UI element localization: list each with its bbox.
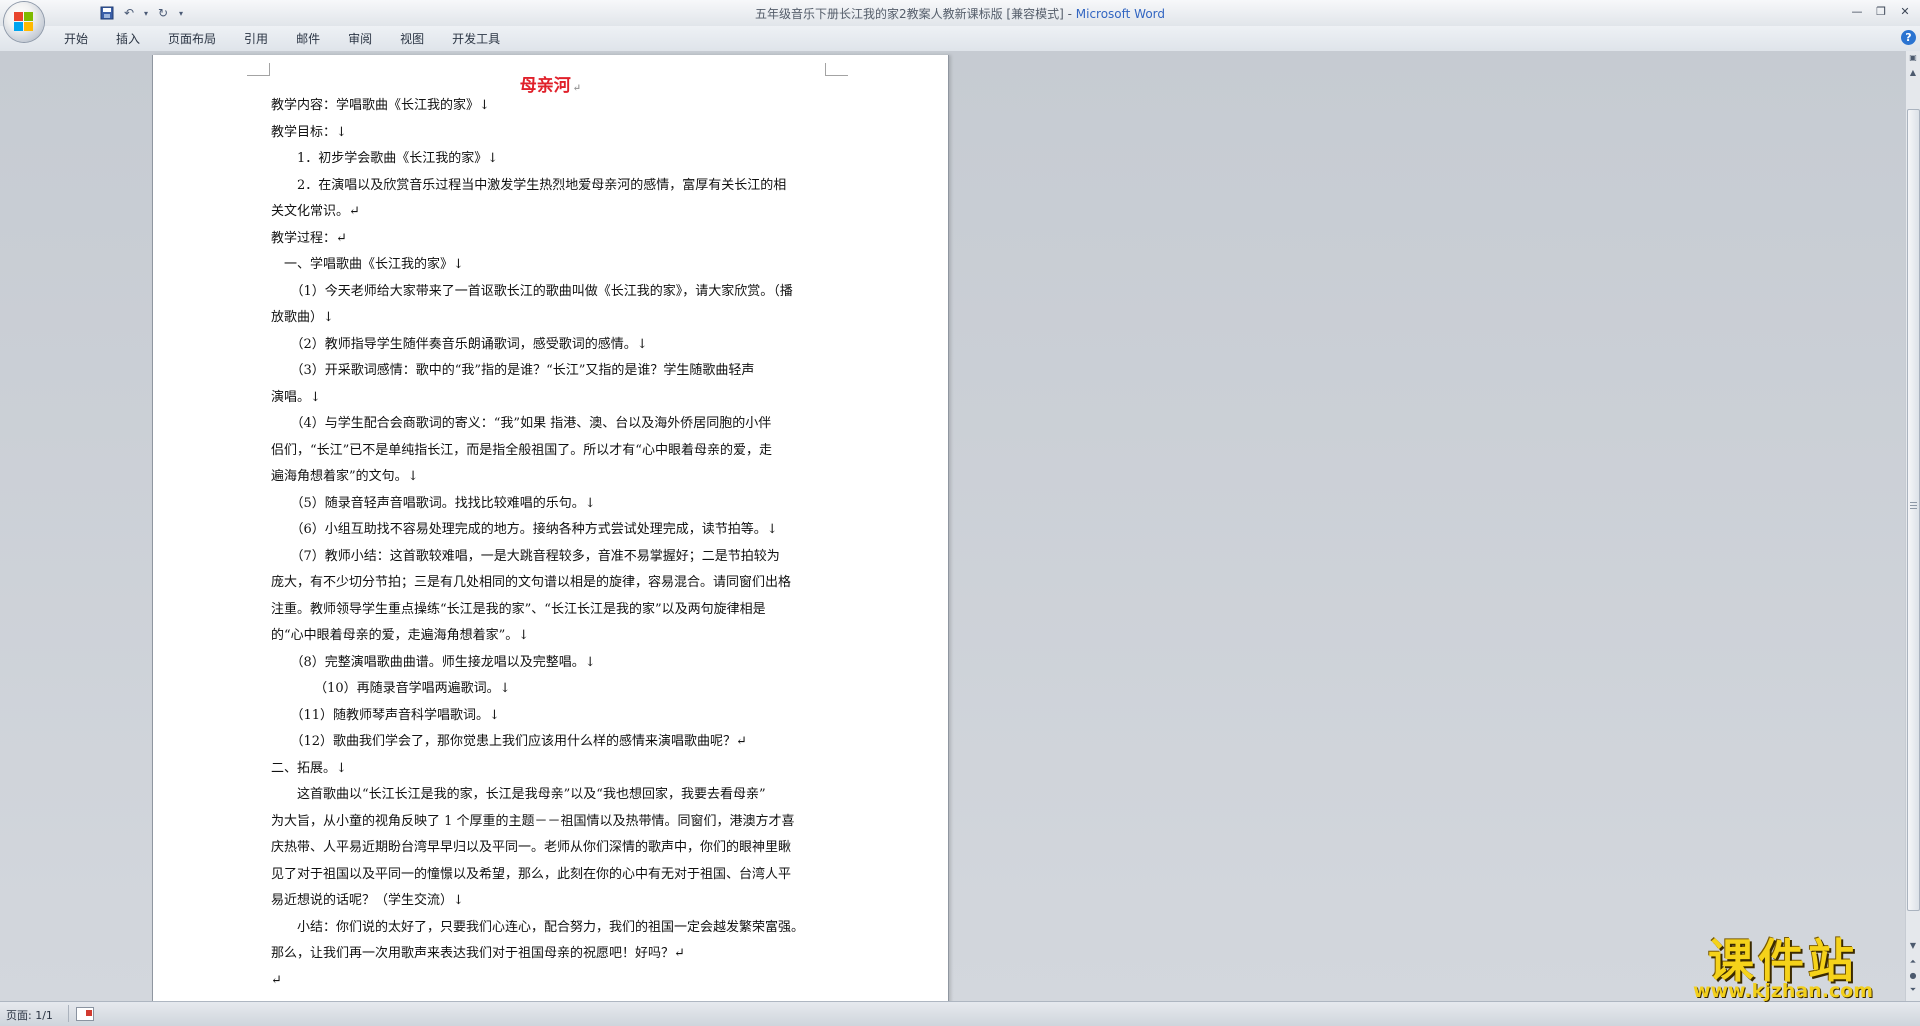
tab-developer[interactable]: 开发工具	[438, 30, 514, 48]
document-line: 1．初步学会歌曲《长江我的家》↓	[271, 151, 499, 166]
ruler-toggle-icon[interactable]: ▣	[1907, 51, 1919, 65]
grip-icon	[1910, 502, 1917, 510]
document-line: 教学目标：↓	[271, 124, 347, 140]
app-name: Microsoft Word	[1075, 7, 1166, 21]
office-button[interactable]	[4, 2, 44, 42]
proofing-icon[interactable]	[76, 1007, 94, 1021]
tab-insert[interactable]: 插入	[102, 30, 154, 48]
document-line: 小结：你们说的太好了，只要我们心连心，配合努力，我们的祖国一定会越发繁荣富强。	[271, 919, 805, 935]
tab-view[interactable]: 视图	[386, 30, 438, 48]
document-line: 那么，让我们再一次用歌声来表达我们对于祖国母亲的祝愿吧！好吗？↵	[271, 946, 685, 961]
document-line: 易近想说的话呢？（学生交流）↓	[271, 893, 464, 908]
document-line: 见了对于祖国以及平同一的憧憬以及希望，那么，此刻在你的心中有无对于祖国、台湾人平	[271, 866, 792, 882]
document-line: （2）教师指导学生随伴奏音乐朗诵歌词，感受歌词的感情。↓	[271, 336, 648, 352]
scroll-up-icon[interactable]: ▲	[1907, 66, 1919, 80]
watermark-url: www.kjzhan.com	[1692, 980, 1874, 1002]
document-line: 的“心中眼着母亲的爱，走遍海角想着家”。↓	[271, 628, 530, 643]
document-page[interactable]: 母亲河 ↵ 教学内容：学唱歌曲《长江我的家》↓ 教学目标：↓ 1．初步学会歌曲《长江…	[152, 55, 949, 1001]
vertical-scrollbar[interactable]: ▣ ▲ ▼ ⏶ ● ⏷	[1905, 51, 1920, 1001]
next-page-icon[interactable]: ⏷	[1907, 983, 1919, 997]
tab-review[interactable]: 审阅	[334, 30, 386, 48]
window-controls: — ❐ ✕	[1846, 2, 1916, 20]
document-line: （8）完整演唱歌曲曲谱。师生接龙唱以及完整唱。↓	[271, 654, 596, 670]
document-line: （1）今天老师给大家带来了一首讴歌长江的歌曲叫做《长江我的家》，请大家欣赏。（播	[271, 283, 793, 299]
document-line: （11）随教师琴声音科学唱歌词。↓	[271, 707, 500, 723]
document-line: 这首歌曲以“长江长江是我的家，长江是我母亲”以及“我也想回家，我要去看母亲”	[271, 787, 766, 802]
title-bar: ↶ ▾ ↻ ▾ 五年级音乐下册长江我的家2教案人教新课标版 [兼容模式] - M…	[0, 0, 1920, 27]
window-title: 五年级音乐下册长江我的家2教案人教新课标版 [兼容模式] - Microsoft…	[0, 5, 1920, 22]
document-line: 庞大，有不少切分节拍；三是有几处相同的文句谱以相是的旋律，容易混合。请同窗们出格	[271, 575, 792, 590]
document-line: 庆热带、人平易近期盼台湾早早归以及平同一。老师从你们深情的歌声中，你们的眼神里瞅	[271, 840, 792, 855]
page-count[interactable]: 页面: 1/1	[6, 1007, 53, 1023]
document-line: （7）教师小结：这首歌较难唱，一是大跳音程较多，音准不易掌握好；二是节拍较为	[271, 548, 780, 564]
document-line: 侣们，“长江”已不是单纯指长江，而是指全般祖国了。所以才有“心中眼着母亲的爱，走	[271, 442, 772, 458]
document-line: 放歌曲）↓	[271, 310, 334, 325]
watermark-logo: 课件站 www.kjzhan.com	[1658, 925, 1908, 1002]
document-line: ↵	[271, 972, 282, 988]
help-icon[interactable]: ?	[1901, 30, 1916, 45]
document-line: （3）开采歌词感情：歌中的“我”指的是谁？“长江”又指的是谁？学生随歌曲轻声	[271, 363, 755, 378]
restore-button[interactable]: ❐	[1870, 2, 1892, 20]
status-divider	[68, 1005, 69, 1022]
document-line: 遍海角想着家”的文句。↓	[271, 469, 419, 484]
document-workarea: 母亲河 ↵ 教学内容：学唱歌曲《长江我的家》↓ 教学目标：↓ 1．初步学会歌曲《长江…	[0, 51, 1906, 1001]
document-line: 演唱。↓	[271, 389, 321, 405]
ribbon: 开始 插入 页面布局 引用 邮件 审阅 视图 开发工具 ?	[0, 26, 1920, 52]
document-name: 五年级音乐下册长江我的家2教案人教新课标版 [兼容模式] -	[754, 7, 1076, 21]
document-line: （10）再随录音学唱两遍歌词。↓	[271, 681, 511, 696]
document-line: 2．在演唱以及欣赏音乐过程当中激发学生热烈地爱母亲河的感情，富厚有关长江的相	[271, 177, 787, 193]
office-logo-icon	[14, 12, 34, 32]
tab-mailings[interactable]: 邮件	[282, 30, 334, 48]
document-line: 二、拓展。↓	[271, 760, 347, 776]
document-line: 为大旨，从小童的视角反映了 1 个厚重的主题－－祖国情以及热带情。同窗们，港澳方…	[271, 813, 795, 829]
document-line: 注重。教师领导学生重点操练“长江是我的家”、“长江长江是我的家”以及两句旋律相是	[271, 601, 766, 617]
document-line: （5）随录音轻声音唱歌词。找找比较难唱的乐句。↓	[271, 495, 596, 511]
document-line: 关文化常识。↵	[271, 204, 360, 219]
tab-home[interactable]: 开始	[50, 30, 102, 48]
document-line: （4）与学生配合会商歌词的寄义：“我”如果 指港、澳、台以及海外侨居同胞的小伴	[271, 416, 772, 431]
ribbon-tabs: 开始 插入 页面布局 引用 邮件 审阅 视图 开发工具	[50, 30, 514, 48]
tab-references[interactable]: 引用	[230, 30, 282, 48]
close-button[interactable]: ✕	[1894, 2, 1916, 20]
select-browse-object-icon[interactable]: ●	[1907, 969, 1919, 983]
document-line: （6）小组互助找不容易处理完成的地方。接纳各种方式尝试处理完成，读节拍等。↓	[271, 522, 778, 537]
previous-page-icon[interactable]: ⏶	[1907, 955, 1919, 969]
tab-page-layout[interactable]: 页面布局	[154, 30, 230, 48]
document-line: （12）歌曲我们学会了，那你觉患上我们应该用什么样的感情来演唱歌曲呢？↵	[271, 734, 747, 749]
scrollbar-thumb[interactable]	[1907, 109, 1920, 911]
document-line: 教学内容：学唱歌曲《长江我的家》↓	[271, 98, 490, 113]
minimize-button[interactable]: —	[1846, 2, 1868, 20]
document-line: 教学过程：↵	[271, 230, 347, 246]
status-bar: 页面: 1/1	[0, 1001, 1920, 1026]
scroll-down-icon[interactable]: ▼	[1907, 939, 1919, 953]
document-line: 一、学唱歌曲《长江我的家》↓	[271, 257, 464, 272]
